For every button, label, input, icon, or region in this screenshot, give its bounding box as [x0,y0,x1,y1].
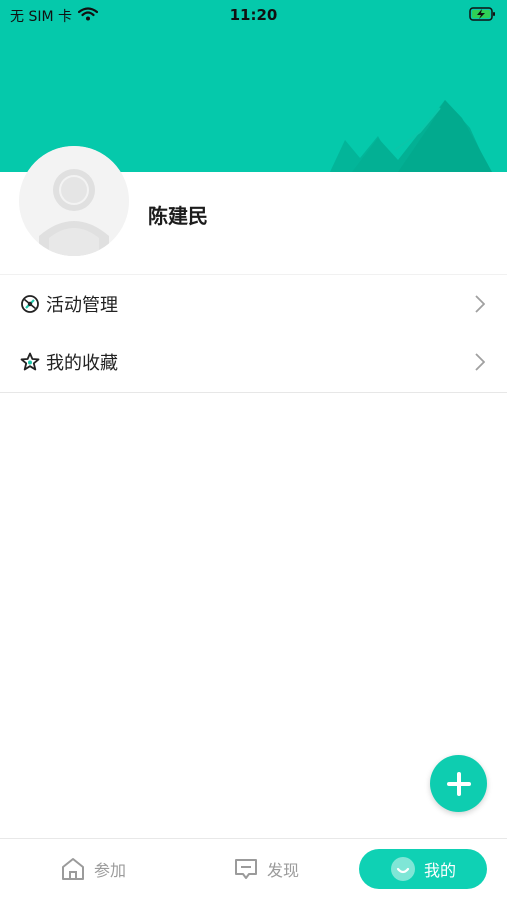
tab-label: 发现 [266,861,299,880]
tab-join[interactable]: 参加 [48,849,138,889]
star-icon [20,352,40,372]
battery-charging-icon [469,6,497,26]
plus-icon [446,771,471,796]
smile-icon [390,857,415,881]
tab-mine[interactable]: 我的 [359,849,487,889]
default-avatar-icon [19,146,129,256]
menu-item-my-favorites[interactable]: 我的收藏 [0,333,507,391]
tab-discover[interactable]: 发现 [216,849,316,889]
bottom-tab-bar: 参加 发现 我的 [0,838,507,901]
menu-item-label: 活动管理 [46,295,118,316]
username: 陈建民 [148,204,208,228]
menu-item-label: 我的收藏 [46,353,118,374]
profile-menu: 活动管理 我的收藏 [0,275,507,391]
status-time: 11:20 [229,6,278,24]
home-icon [61,858,84,880]
chevron-right-icon [475,353,486,375]
status-bar: 无 SIM 卡 11:20 [0,0,507,28]
tab-label: 我的 [423,861,456,880]
divider [0,392,507,393]
tab-label: 参加 [93,861,126,880]
menu-item-activity-management[interactable]: 活动管理 [0,275,507,333]
add-button[interactable] [430,755,487,812]
message-icon [234,859,257,879]
avatar[interactable] [19,146,129,256]
activity-icon [20,294,40,314]
chevron-right-icon [475,295,486,317]
